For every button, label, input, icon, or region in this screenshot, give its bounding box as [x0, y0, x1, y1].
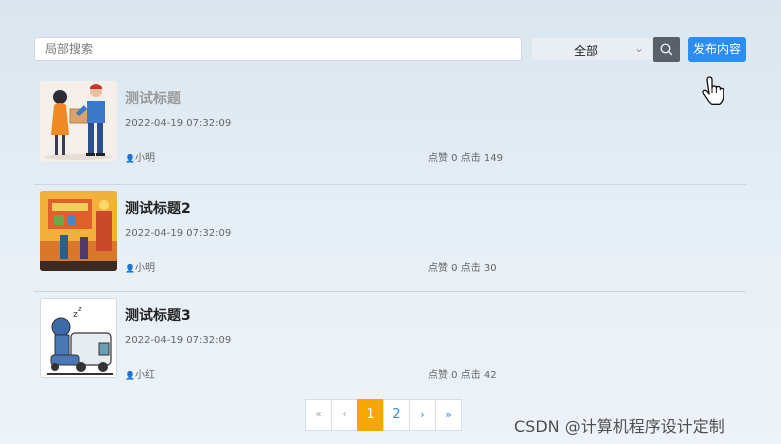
divider: [34, 184, 746, 185]
post-thumbnail[interactable]: z z: [40, 298, 117, 378]
search-input[interactable]: [34, 37, 522, 61]
next-page-button[interactable]: ›: [409, 399, 436, 431]
post-author: 👤小明: [125, 259, 155, 274]
post-date: 2022-04-19 07:32:09: [125, 335, 232, 346]
page-1-button[interactable]: 1: [357, 399, 384, 431]
category-select-value: 全部: [574, 44, 599, 58]
post-author: 👤小红: [125, 366, 155, 381]
post-author: 👤小明: [125, 149, 155, 164]
post-stats: 点赞 0 点击 149: [428, 153, 503, 164]
toolbar: 全部 ⌄ 发布内容: [34, 37, 746, 62]
author-name: 小红: [134, 370, 155, 381]
first-page-button[interactable]: «: [305, 399, 332, 431]
post-date: 2022-04-19 07:32:09: [125, 228, 232, 239]
post-title[interactable]: 测试标题: [125, 88, 181, 108]
search-icon: [660, 43, 673, 56]
author-name: 小明: [134, 263, 155, 274]
post-stats: 点赞 0 点击 30: [428, 263, 497, 274]
page-2-button[interactable]: 2: [383, 399, 410, 431]
user-icon: 👤: [125, 154, 135, 163]
prev-page-button[interactable]: ‹: [331, 399, 358, 431]
publish-button[interactable]: 发布内容: [688, 37, 746, 62]
post-thumbnail[interactable]: [40, 81, 117, 161]
list-item[interactable]: z z 测试标题3 2022-04-19 07:32:09 👤小红 点赞 0 点…: [34, 298, 746, 406]
post-title[interactable]: 测试标题3: [125, 305, 191, 325]
category-select[interactable]: 全部 ⌄: [531, 37, 653, 61]
divider: [34, 291, 746, 292]
list-item[interactable]: 测试标题 2022-04-19 07:32:09 👤小明 点赞 0 点击 149: [34, 81, 746, 189]
post-date: 2022-04-19 07:32:09: [125, 118, 232, 129]
post-title[interactable]: 测试标题2: [125, 198, 191, 218]
svg-text:z: z: [78, 305, 82, 313]
user-icon: 👤: [125, 264, 135, 273]
pagination: « ‹ 1 2 › »: [305, 399, 462, 431]
list-item[interactable]: 测试标题2 2022-04-19 07:32:09 👤小明 点赞 0 点击 30: [34, 191, 746, 299]
search-button[interactable]: [653, 37, 680, 62]
post-thumbnail[interactable]: [40, 191, 117, 271]
author-name: 小明: [134, 153, 155, 164]
last-page-button[interactable]: »: [435, 399, 462, 431]
post-stats: 点赞 0 点击 42: [428, 370, 497, 381]
user-icon: 👤: [125, 371, 135, 380]
chevron-down-icon: ⌄: [633, 41, 644, 55]
watermark: CSDN @计算机程序设计定制: [514, 417, 725, 436]
